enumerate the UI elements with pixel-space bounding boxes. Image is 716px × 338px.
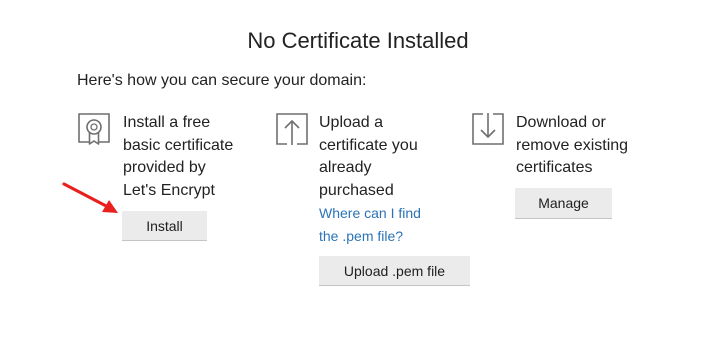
option-description-line: already [319,159,372,176]
pem-help-link[interactable]: Where can I find the .pem file? [319,202,421,248]
pem-help-link-line[interactable]: the .pem file? [319,225,421,248]
intro-text: Here's how you can secure your domain: [77,72,367,89]
option-description-line: basic certificate [123,136,234,154]
manage-button[interactable]: Manage [515,188,612,219]
option-description-line: provided by [123,159,206,176]
pem-help-link-line[interactable]: Where can I find [319,202,421,225]
option-description: Install a free basic certificate provide… [123,112,233,202]
install-button[interactable]: Install [122,211,207,241]
page-title: No Certificate Installed [247,28,469,53]
option-description-line: certificate you [319,136,418,154]
upload-pem-button[interactable]: Upload .pem file [319,256,470,286]
option-description: Download or remove existing certificates [516,112,628,180]
option-description-line: Download or [516,114,606,131]
upload-icon [275,112,309,146]
option-description: Upload a certificate you already purchas… [319,112,418,202]
option-description-line: Let's Encrypt [123,181,215,199]
option-description-line: certificates [516,159,593,176]
red-arrow-icon [62,182,118,213]
certificate-icon [77,112,111,146]
option-description-line: purchased [319,181,394,199]
option-description-line: Upload a [319,114,384,131]
download-icon [471,112,505,146]
option-description-line: remove existing [516,136,629,154]
option-description-line: Install a free [123,114,211,131]
